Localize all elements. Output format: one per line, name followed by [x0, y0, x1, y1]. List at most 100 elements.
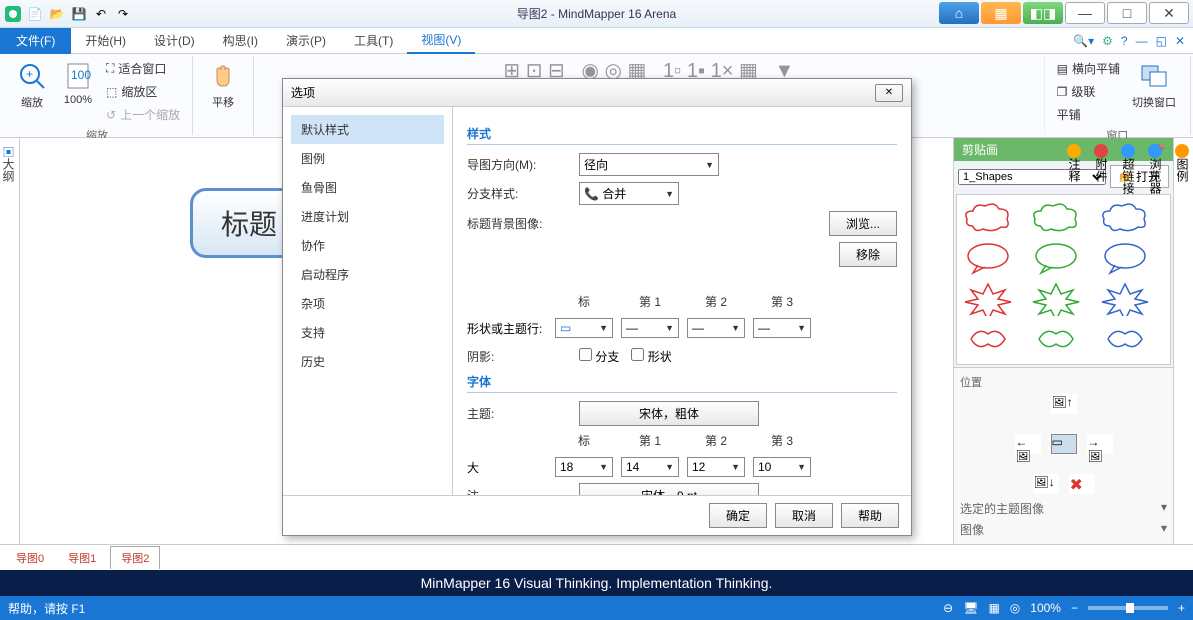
pos-right[interactable]: →🖼 [1087, 434, 1113, 454]
nav-startup[interactable]: 启动程序 [291, 260, 444, 289]
shadow-shape-checkbox[interactable]: 形状 [631, 348, 671, 365]
settings-icon[interactable]: ⚙ [1102, 34, 1113, 48]
maximize-button[interactable]: □ [1107, 2, 1147, 24]
right-tabs: 图例 浏览器 超链接 附件 注释 [1173, 138, 1193, 544]
tab-1[interactable]: 导图1 [58, 547, 106, 569]
shape-sel-0[interactable]: ▭▼ [555, 318, 613, 338]
open-icon[interactable]: 📂 [48, 5, 66, 23]
svg-text:+: + [26, 67, 33, 81]
status-grid-icon[interactable]: ▦ [988, 601, 999, 615]
cascade-button[interactable]: ❐级联 [1055, 81, 1122, 102]
apps-button[interactable]: ◧◨ [1023, 2, 1063, 24]
browse-button[interactable]: 浏览... [829, 211, 897, 236]
menu-idea[interactable]: 构思(I) [209, 28, 272, 54]
pos-bottom[interactable]: 🖼↓ [1033, 474, 1059, 494]
nav-misc[interactable]: 杂项 [291, 289, 444, 318]
shape-sel-2[interactable]: —▼ [687, 318, 745, 338]
help-icon[interactable]: ? [1121, 34, 1128, 48]
size-sel-0[interactable]: 18▼ [555, 457, 613, 477]
branch-select[interactable]: 📞 合并▼ [579, 182, 679, 205]
outline-tab[interactable]: ▣大纲 [0, 146, 17, 536]
burst-red[interactable] [963, 282, 1013, 316]
prev-zoom-button[interactable]: ↺上一个缩放 [104, 104, 182, 125]
subject-label: 主题: [467, 405, 567, 422]
pos-delete[interactable]: ✖ [1069, 474, 1095, 494]
tab-0[interactable]: 导图0 [6, 547, 54, 569]
status-view-icon[interactable]: 🖥 [963, 601, 978, 615]
spiky-red[interactable] [963, 322, 1013, 356]
calendar-button[interactable]: ▦ [981, 2, 1021, 24]
minimize-ribbon-icon[interactable]: — [1136, 34, 1148, 48]
direction-select[interactable]: 径向▼ [579, 153, 719, 176]
tile-v-button[interactable]: 平铺 [1055, 104, 1122, 125]
menu-present[interactable]: 演示(P) [272, 28, 340, 54]
legend-tab[interactable]: 图例 [1174, 144, 1191, 538]
zoom-plus[interactable]: + [1178, 601, 1185, 615]
size-sel-2[interactable]: 12▼ [687, 457, 745, 477]
cancel-button[interactable]: 取消 [775, 503, 833, 528]
home-button[interactable]: ⌂ [939, 2, 979, 24]
dialog-title: 选项 [291, 84, 315, 101]
nav-schedule[interactable]: 进度计划 [291, 202, 444, 231]
shape-sel-1[interactable]: —▼ [621, 318, 679, 338]
bubble-red[interactable] [963, 241, 1013, 275]
menu-design[interactable]: 设计(D) [140, 28, 209, 54]
pos-left[interactable]: ←🖼 [1015, 434, 1041, 454]
banner: MinMapper 16 Visual Thinking. Implementa… [0, 570, 1193, 596]
menu-view[interactable]: 视图(V) [407, 28, 475, 54]
status-target-icon[interactable]: ◎ [1010, 601, 1020, 615]
zoom-button[interactable]: + 缩放 [12, 58, 52, 112]
browser-tab[interactable]: 浏览器 [1147, 144, 1164, 538]
menu-start[interactable]: 开始(H) [71, 28, 140, 54]
tile-h-button[interactable]: ▤横向平铺 [1055, 58, 1122, 79]
nav-default-style[interactable]: 默认样式 [291, 115, 444, 144]
subject-font-button[interactable]: 宋体，粗体 [579, 401, 759, 426]
tab-2[interactable]: 导图2 [110, 546, 160, 569]
svg-text:100: 100 [71, 68, 91, 82]
category-select[interactable]: 1_Shapes [958, 169, 1106, 185]
dialog-close-button[interactable]: ✕ [875, 84, 903, 102]
style-section: 样式 [467, 125, 897, 145]
window-mode-icon[interactable]: ◱ [1156, 34, 1167, 48]
switch-window-button[interactable]: 切换窗口 [1128, 58, 1180, 112]
note-font-button[interactable]: 宋体，9 pt [579, 483, 759, 495]
nav-support[interactable]: 支持 [291, 318, 444, 347]
file-menu[interactable]: 文件(F) [0, 28, 71, 54]
cloud-red[interactable] [963, 201, 1013, 235]
ribbon-window-group: ▤横向平铺 ❐级联 平铺 切换窗口 窗口 [1045, 56, 1191, 135]
fit-window-button[interactable]: ⛶适合窗口 [104, 58, 182, 79]
save-icon[interactable]: 💾 [70, 5, 88, 23]
minimize-button[interactable]: — [1065, 2, 1105, 24]
ok-button[interactable]: 确定 [709, 503, 767, 528]
zoom-slider[interactable] [1088, 606, 1168, 610]
zoom-area-button[interactable]: ⬚缩放区 [104, 81, 182, 102]
nav-collab[interactable]: 协作 [291, 231, 444, 260]
undo-icon[interactable]: ↶ [92, 5, 110, 23]
redo-icon[interactable]: ↷ [114, 5, 132, 23]
status-zoom-out-icon[interactable]: ⊖ [943, 601, 953, 615]
help-button[interactable]: 帮助 [841, 503, 899, 528]
link-tab[interactable]: 超链接 [1120, 144, 1137, 538]
size-sel-1[interactable]: 14▼ [621, 457, 679, 477]
branch-label: 分支样式: [467, 185, 567, 202]
nav-history[interactable]: 历史 [291, 347, 444, 376]
new-icon[interactable]: 📄 [26, 5, 44, 23]
zoom-100-button[interactable]: 100 100% [58, 58, 98, 108]
pos-center[interactable]: ▭ [1051, 434, 1077, 454]
zoom-minus[interactable]: − [1071, 601, 1078, 615]
pos-top[interactable]: 🖼↑ [1051, 394, 1077, 414]
shape-sel-3[interactable]: —▼ [753, 318, 811, 338]
attach-tab[interactable]: 附件 [1093, 144, 1110, 538]
close-doc-icon[interactable]: ✕ [1175, 34, 1185, 48]
menu-tools[interactable]: 工具(T) [340, 28, 407, 54]
shadow-branch-checkbox[interactable]: 分支 [579, 348, 619, 365]
close-button[interactable]: ✕ [1149, 2, 1189, 24]
nav-fishbone[interactable]: 鱼骨图 [291, 173, 444, 202]
remove-button[interactable]: 移除 [839, 242, 897, 267]
search-icon[interactable]: 🔍▾ [1073, 34, 1094, 48]
nav-legend[interactable]: 图例 [291, 144, 444, 173]
app-icon [4, 5, 22, 23]
size-sel-3[interactable]: 10▼ [753, 457, 811, 477]
tile-h-icon: ▤ [1057, 62, 1068, 76]
pan-button[interactable]: 平移 [203, 58, 243, 112]
